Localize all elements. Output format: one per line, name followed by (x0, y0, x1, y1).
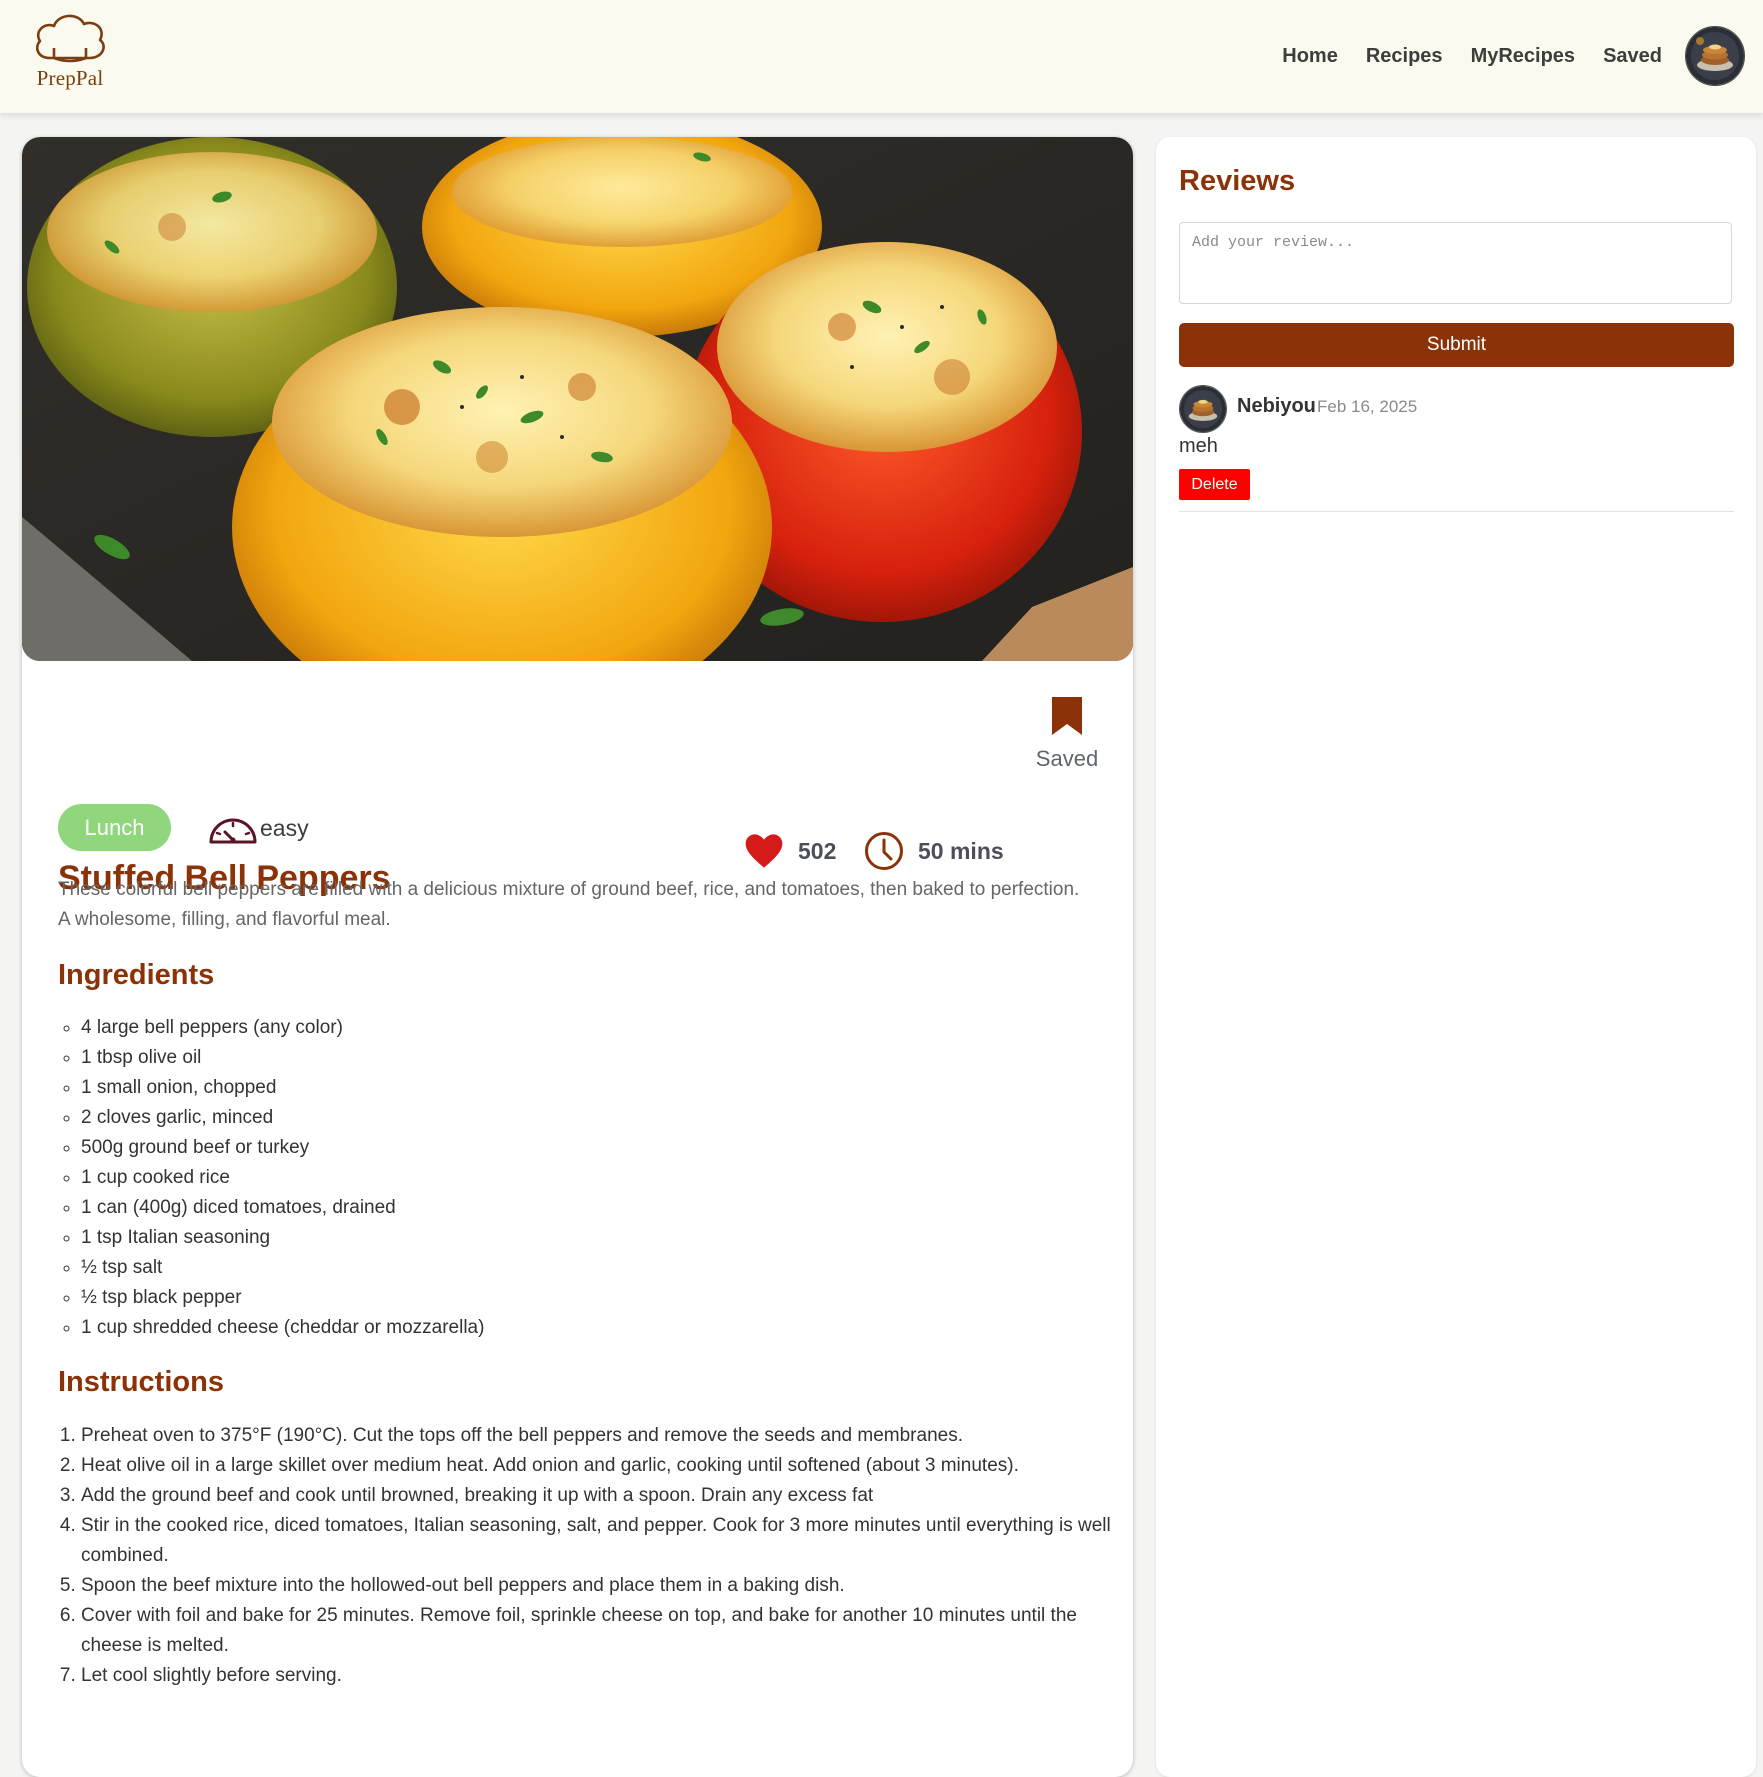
reviews-title: Reviews (1179, 165, 1296, 197)
instruction-step: Add the ground beef and cook until brown… (81, 1481, 1121, 1511)
gauge-icon (209, 818, 257, 844)
chef-hat-icon (36, 14, 105, 63)
ingredient-item: 1 cup shredded cheese (cheddar or mozzar… (81, 1313, 1121, 1343)
brand-name: PrepPal (36, 66, 104, 90)
ingredients-list: 4 large bell peppers (any color)1 tbsp o… (58, 1013, 1121, 1343)
nav-recipes[interactable]: Recipes (1366, 45, 1443, 68)
ingredient-item: 4 large bell peppers (any color) (81, 1013, 1121, 1043)
reviews-panel: Reviews Submit Nebiyou Feb 16, 2025 meh … (1156, 137, 1756, 1777)
ingredient-item: ½ tsp black pepper (81, 1283, 1121, 1313)
ingredient-item: 500g ground beef or turkey (81, 1133, 1121, 1163)
instruction-step: Let cool slightly before serving. (81, 1661, 1121, 1691)
reviewer-name: Nebiyou (1237, 395, 1316, 417)
ingredient-item: 1 can (400g) diced tomatoes, drained (81, 1193, 1121, 1223)
instructions-heading: Instructions (58, 1366, 224, 1398)
nav-saved[interactable]: Saved (1603, 45, 1662, 68)
reviewer-avatar (1179, 385, 1227, 433)
ingredient-item: 2 cloves garlic, minced (81, 1103, 1121, 1133)
review-item: Nebiyou Feb 16, 2025 meh Delete (1179, 385, 1734, 512)
submit-review-button[interactable]: Submit (1179, 323, 1734, 367)
avatar-image (1686, 27, 1744, 85)
recipe-hero-image (22, 137, 1133, 661)
cook-time-stat: 50 mins (864, 831, 1024, 871)
instruction-step: Cover with foil and bake for 25 minutes.… (81, 1601, 1121, 1661)
review-input[interactable] (1179, 222, 1732, 304)
ingredient-item: 1 small onion, chopped (81, 1073, 1121, 1103)
user-avatar[interactable] (1685, 26, 1745, 86)
ingredient-item: 1 tsp Italian seasoning (81, 1223, 1121, 1253)
recipe-card: Stuffed Bell Peppers 502 50 mins Saved L… (22, 137, 1133, 1777)
delete-review-button[interactable]: Delete (1179, 469, 1250, 500)
likes-count: 502 (798, 837, 837, 864)
review-date: Feb 16, 2025 (1317, 397, 1418, 416)
avatar-image (1180, 386, 1226, 432)
save-recipe-button[interactable]: Saved (1027, 695, 1107, 772)
review-text: meh (1179, 435, 1218, 457)
instruction-step: Preheat oven to 375°F (190°C). Cut the t… (81, 1421, 1121, 1451)
heart-icon (745, 834, 783, 868)
saved-label: Saved (1035, 746, 1099, 771)
recipe-description: These colorful bell peppers are filled w… (58, 879, 1080, 930)
clock-icon (865, 832, 903, 870)
instruction-step: Spoon the beef mixture into the hollowed… (81, 1571, 1121, 1601)
nav-my-recipes[interactable]: MyRecipes (1471, 45, 1576, 68)
nav-home[interactable]: Home (1282, 45, 1338, 68)
top-navbar: PrepPal Home Recipes MyRecipes Saved (0, 0, 1763, 113)
bookmark-icon (1052, 697, 1082, 735)
ingredient-item: ½ tsp salt (81, 1253, 1121, 1283)
instruction-step: Heat olive oil in a large skillet over m… (81, 1451, 1121, 1481)
instruction-step: Stir in the cooked rice, diced tomatoes,… (81, 1511, 1121, 1571)
difficulty-indicator: easy (208, 808, 309, 848)
brand-logo[interactable]: PrepPal (30, 12, 110, 94)
category-badge: Lunch (58, 804, 171, 851)
cook-time: 50 mins (918, 837, 1004, 864)
instructions-list: Preheat oven to 375°F (190°C). Cut the t… (58, 1421, 1121, 1691)
difficulty-label: easy (260, 814, 309, 841)
likes-stat[interactable]: 502 (744, 831, 864, 871)
ingredient-item: 1 tbsp olive oil (81, 1043, 1121, 1073)
ingredients-heading: Ingredients (58, 959, 215, 991)
ingredient-item: 1 cup cooked rice (81, 1163, 1121, 1193)
stuffed-peppers-photo (22, 137, 1133, 661)
main-nav: Home Recipes MyRecipes Saved (1254, 26, 1745, 86)
